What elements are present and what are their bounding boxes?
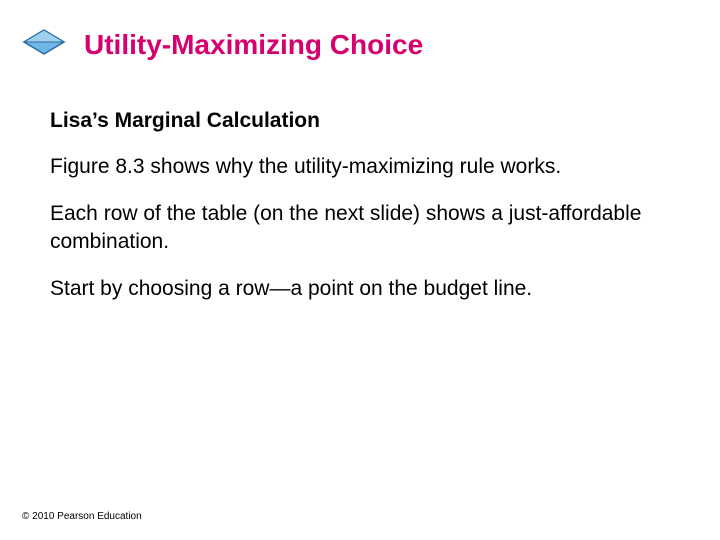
copyright-footer: © 2010 Pearson Education [22, 511, 142, 522]
slide-subheading: Lisa’s Marginal Calculation [50, 109, 660, 133]
slide-body: Lisa’s Marginal Calculation Figure 8.3 s… [0, 61, 720, 302]
diamond-bullet-icon [22, 28, 66, 61]
paragraph: Figure 8.3 shows why the utility-maximiz… [50, 153, 660, 180]
paragraph: Start by choosing a row—a point on the b… [50, 275, 660, 302]
paragraph: Each row of the table (on the next slide… [50, 200, 660, 255]
slide-title: Utility-Maximizing Choice [84, 29, 423, 61]
slide-title-row: Utility-Maximizing Choice [0, 0, 720, 61]
